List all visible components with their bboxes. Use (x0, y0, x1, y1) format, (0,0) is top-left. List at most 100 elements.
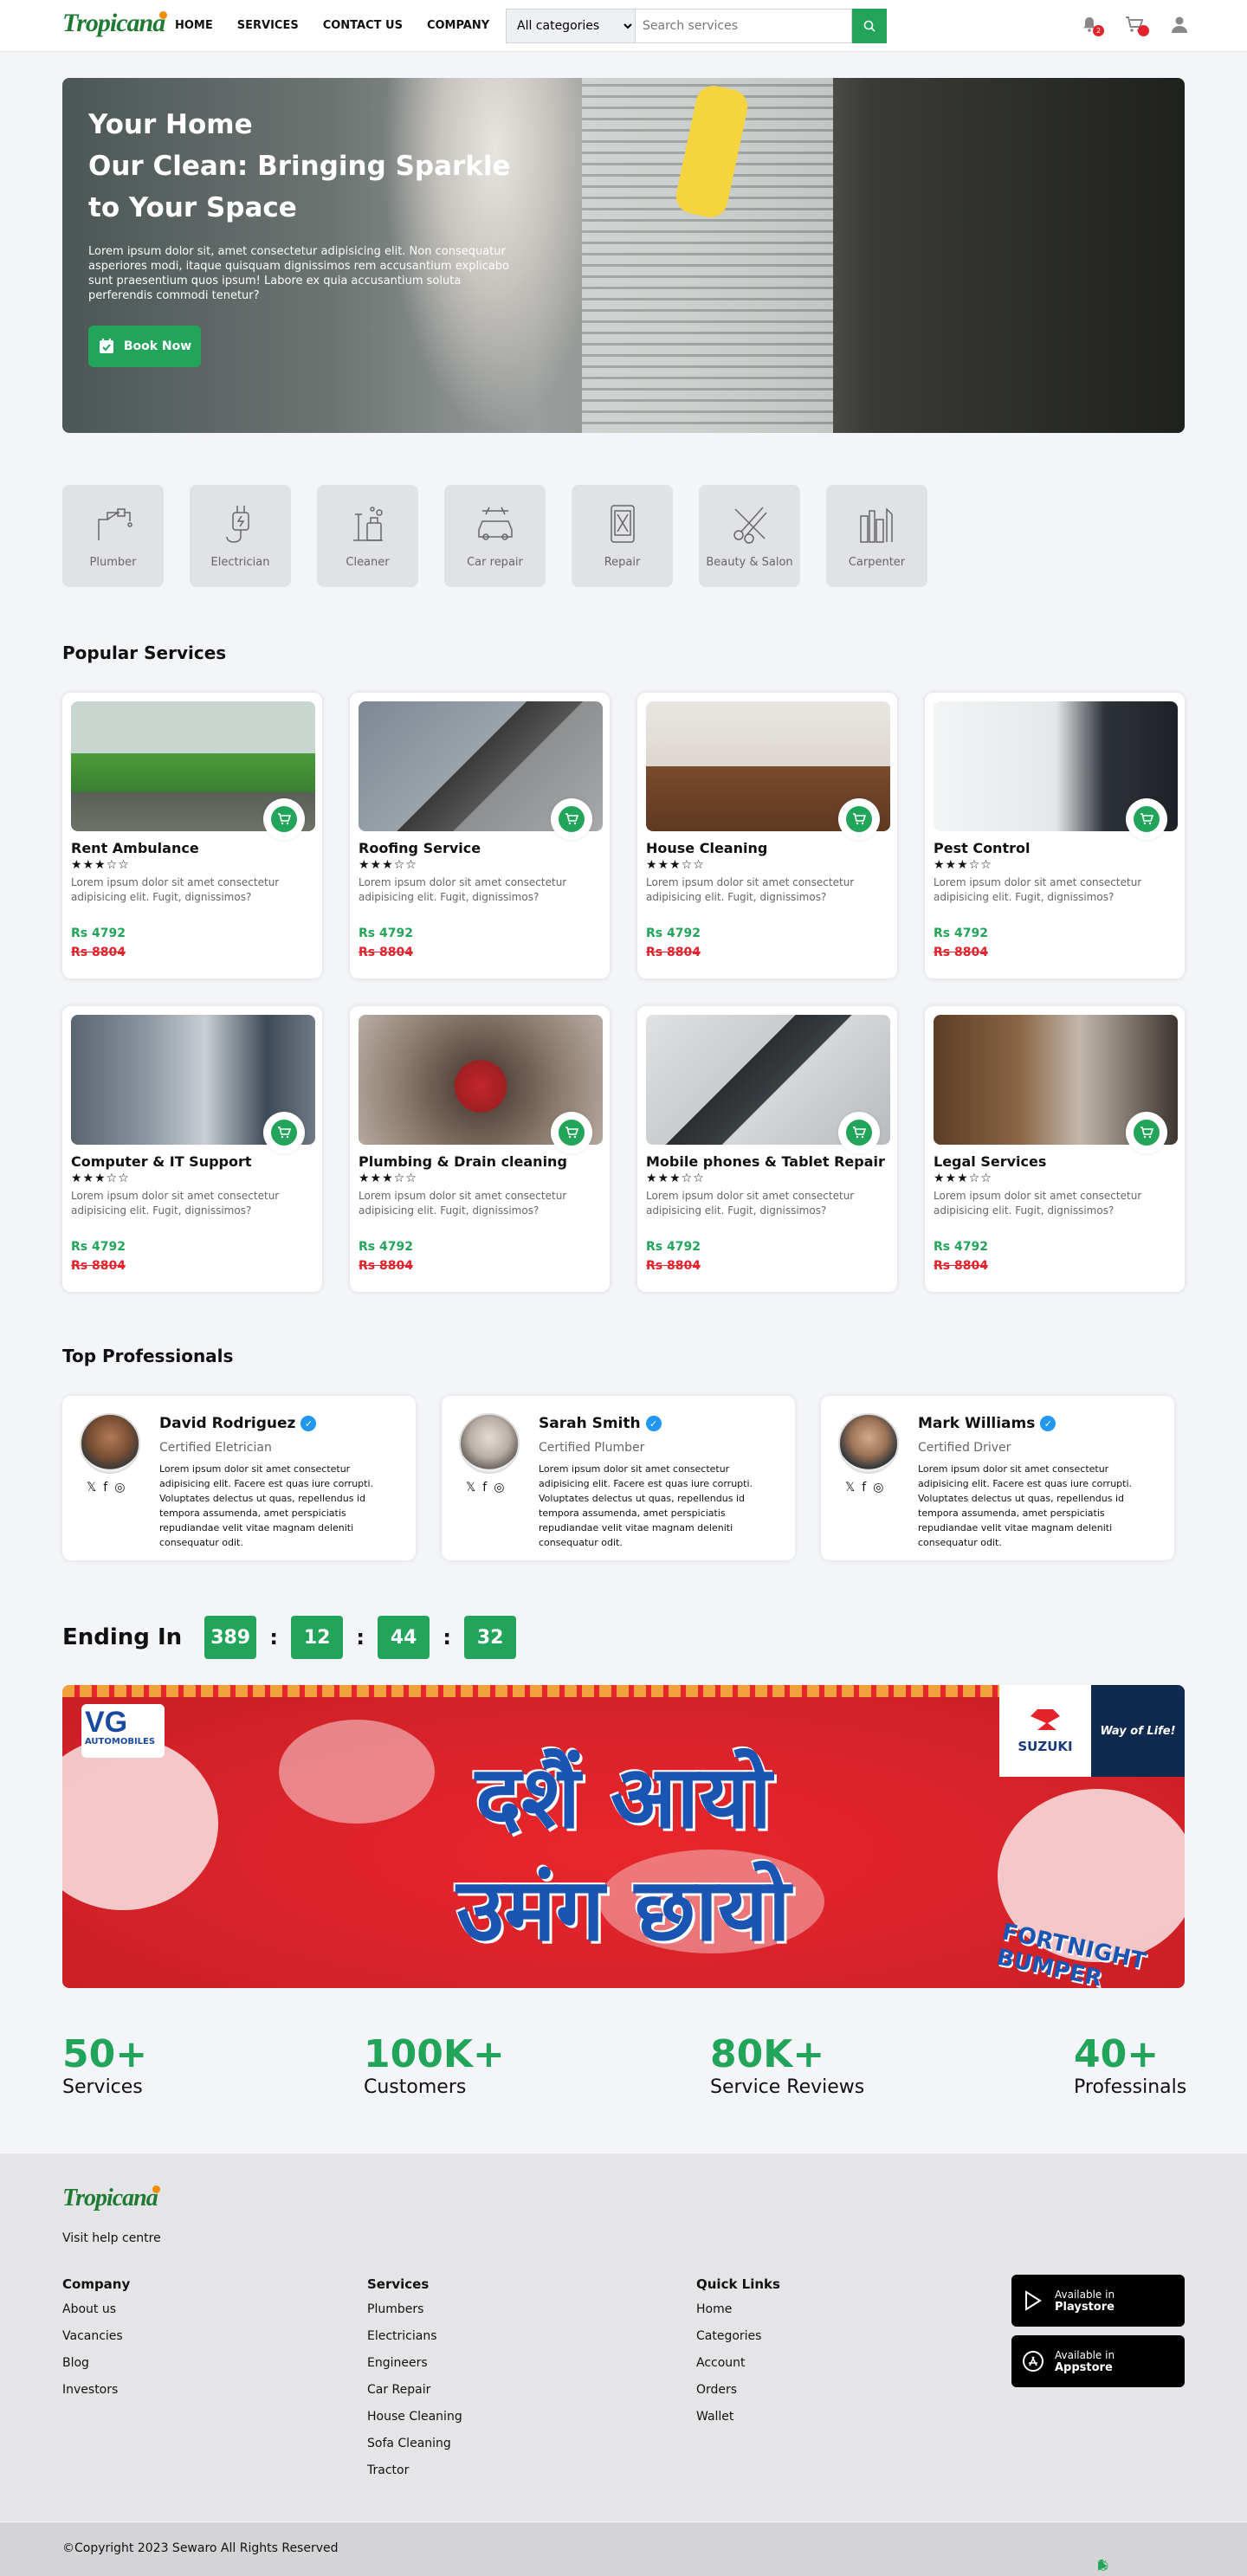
professional-card[interactable]: 𝕏f ◎ Sarah Smith ✓ Certified Plumber Lorem… (442, 1396, 795, 1560)
nav-services[interactable]: SERVICES (237, 19, 299, 32)
category-plumber[interactable]: Plumber (62, 485, 164, 587)
category-label: Electrician (210, 556, 270, 569)
footer-link[interactable]: Plumbers (367, 2302, 462, 2316)
service-card[interactable]: Mobile phones & Tablet Repair ★★★☆☆ Lore… (637, 1006, 897, 1292)
x-icon[interactable]: 𝕏 (87, 1481, 96, 1495)
footer-link[interactable]: Electricians (367, 2329, 462, 2343)
services-grid: Rent Ambulance ★★★☆☆ Lorem ipsum dolor s… (62, 693, 1185, 1292)
service-card[interactable]: Plumbing & Drain cleaning ★★★☆☆ Lorem ip… (350, 1006, 610, 1292)
notification-button[interactable]: 2 (1077, 12, 1104, 36)
footer-link[interactable]: Car Repair (367, 2383, 462, 2397)
service-title: Mobile phones & Tablet Repair (646, 1153, 885, 1170)
category-beauty-salon[interactable]: Beauty & Salon (699, 485, 800, 587)
footer-link[interactable]: Sofa Cleaning (367, 2437, 462, 2450)
add-to-cart-button[interactable] (838, 1112, 880, 1153)
hero-title-line: Your Home (88, 109, 253, 140)
logo[interactable]: Tropicana (62, 9, 172, 38)
facebook-icon[interactable]: f (103, 1481, 107, 1495)
footer-link[interactable]: Categories (696, 2329, 780, 2343)
stat-value: 50+ (62, 2032, 148, 2076)
cart-button[interactable] (1122, 12, 1149, 36)
footer-link[interactable]: Blog (62, 2356, 130, 2370)
x-icon[interactable]: 𝕏 (845, 1481, 855, 1495)
service-description: Lorem ipsum dolor sit amet consectetur a… (71, 1190, 280, 1217)
service-description: Lorem ipsum dolor sit amet consectetur a… (646, 1190, 855, 1217)
suzuki-s-icon (1031, 1709, 1060, 1730)
banner-headline-1: दशैं आयो (475, 1746, 772, 1848)
footer-link[interactable]: Investors (62, 2383, 130, 2397)
professional-card[interactable]: 𝕏f ◎ David Rodriguez ✓ Certified Eletricia… (62, 1396, 416, 1560)
add-to-cart-button[interactable] (263, 798, 305, 840)
category-electrician[interactable]: Electrician (190, 485, 291, 587)
avatar (80, 1413, 140, 1474)
account-button[interactable] (1167, 12, 1192, 36)
service-card[interactable]: Rent Ambulance ★★★☆☆ Lorem ipsum dolor s… (62, 693, 322, 978)
service-description: Lorem ipsum dolor sit amet consectetur a… (71, 876, 280, 903)
search-input[interactable] (636, 9, 852, 43)
service-price: Rs 4792 (934, 926, 988, 940)
footer-link[interactable]: Tractor (367, 2463, 462, 2477)
service-price: Rs 4792 (934, 1240, 988, 1254)
service-card[interactable]: Legal Services ★★★☆☆ Lorem ipsum dolor s… (925, 1006, 1185, 1292)
facebook-icon[interactable]: f (862, 1481, 866, 1495)
instagram-icon[interactable]: ◎ (1098, 2559, 1108, 2573)
instagram-icon[interactable]: ◎ (494, 1481, 504, 1495)
professional-role: Certified Driver (918, 1441, 1011, 1455)
countdown-separator: : (356, 1625, 365, 1650)
footer-link[interactable]: Account (696, 2356, 780, 2370)
add-to-cart-button[interactable] (838, 798, 880, 840)
service-card[interactable]: Computer & IT Support ★★★☆☆ Lorem ipsum … (62, 1006, 322, 1292)
service-card[interactable]: Roofing Service ★★★☆☆ Lorem ipsum dolor … (350, 693, 610, 978)
footer-link[interactable]: Orders (696, 2383, 780, 2397)
footer-logo[interactable]: Tropicana (62, 2185, 165, 2212)
search-button[interactable] (852, 9, 887, 43)
footer-link[interactable]: Wallet (696, 2410, 780, 2424)
hero-description: Lorem ipsum dolor sit, amet consectetur … (88, 245, 510, 302)
footer-link[interactable]: About us (62, 2302, 130, 2316)
playstore-button[interactable]: Available in Playstore (1011, 2275, 1185, 2327)
nav-company[interactable]: COMPANY (427, 19, 489, 32)
avatar (838, 1413, 899, 1474)
social-links: 𝕏f ◎ (466, 1481, 504, 1495)
repair-icon (610, 505, 635, 543)
service-old-price: Rs 8804 (646, 946, 701, 959)
footer-link[interactable]: House Cleaning (367, 2410, 462, 2424)
add-to-cart-button[interactable] (551, 1112, 592, 1153)
category-cleaner[interactable]: Cleaner (317, 485, 418, 587)
add-to-cart-button[interactable] (263, 1112, 305, 1153)
cart-plus-icon (278, 813, 291, 825)
service-price: Rs 4792 (359, 1240, 413, 1254)
service-card[interactable]: Pest Control ★★★☆☆ Lorem ipsum dolor sit… (925, 693, 1185, 978)
add-to-cart-button[interactable] (1126, 1112, 1167, 1153)
beauty-salon-icon (733, 507, 767, 544)
footer-link[interactable]: Engineers (367, 2356, 462, 2370)
help-centre-link[interactable]: Visit help centre (62, 2231, 161, 2245)
book-now-button[interactable]: Book Now (88, 326, 201, 367)
footer-link[interactable]: Home (696, 2302, 780, 2316)
add-to-cart-button[interactable] (551, 798, 592, 840)
cart-plus-icon (853, 1127, 866, 1139)
professional-role: Certified Eletrician (159, 1441, 272, 1455)
category-select[interactable]: All categories (506, 9, 636, 43)
instagram-icon[interactable]: ◎ (873, 1481, 883, 1495)
nav-contact-us[interactable]: CONTACT US (323, 19, 403, 32)
service-title: Legal Services (934, 1153, 1047, 1170)
verified-icon: ✓ (300, 1416, 317, 1431)
promo-banner[interactable]: VG AUTOMOBILES SUZUKI Way of Life! दशैं … (62, 1685, 1185, 1988)
professional-card[interactable]: 𝕏f ◎ Mark Williams ✓ Certified Driver Lore… (821, 1396, 1174, 1560)
appstore-button[interactable]: Available in Appstore (1011, 2335, 1185, 2387)
service-card[interactable]: House Cleaning ★★★☆☆ Lorem ipsum dolor s… (637, 693, 897, 978)
hero-banner: Your Home Our Clean: Bringing Sparkle to… (62, 78, 1185, 433)
verified-icon: ✓ (1040, 1416, 1056, 1431)
category-carpenter[interactable]: Carpenter (826, 485, 927, 587)
x-icon[interactable]: 𝕏 (466, 1481, 475, 1495)
countdown: Ending In 389 : 12 : 44 : 32 (62, 1616, 517, 1659)
add-to-cart-button[interactable] (1126, 798, 1167, 840)
facebook-icon[interactable]: f (482, 1481, 487, 1495)
nav-home[interactable]: HOME (175, 19, 213, 32)
category-car-repair[interactable]: Car repair (444, 485, 546, 587)
footer: Tropicana Visit help centre Company Abou… (0, 2153, 1247, 2521)
instagram-icon[interactable]: ◎ (114, 1481, 125, 1495)
footer-link[interactable]: Vacancies (62, 2329, 130, 2343)
category-repair[interactable]: Repair (572, 485, 673, 587)
